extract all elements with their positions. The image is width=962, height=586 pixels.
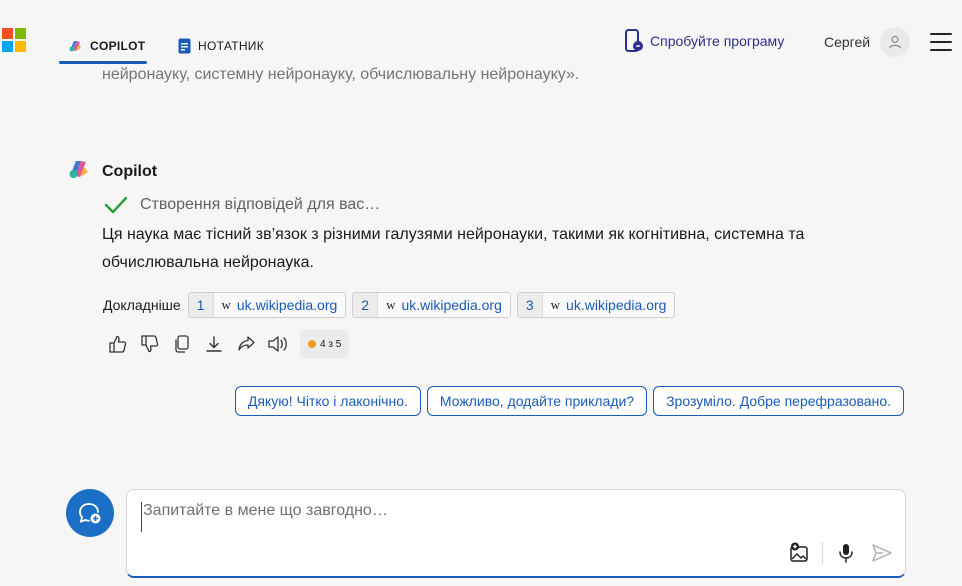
source-number: 3 (517, 293, 543, 317)
read-aloud-icon[interactable] (266, 330, 290, 358)
previous-message-text: нейронауку, системну нейронауку, обчислю… (102, 66, 580, 83)
tab-copilot-label: COPILOT (90, 39, 146, 53)
input-tools (776, 540, 895, 566)
tools-divider (822, 542, 823, 564)
copy-icon[interactable] (170, 330, 194, 358)
copilot-logo-icon (66, 156, 92, 187)
source-site: uk.wikipedia.org (566, 297, 667, 313)
logo-red-square (2, 28, 13, 39)
checkmark-icon (104, 195, 128, 215)
suggestion-chip[interactable]: Зрозуміло. Добре перефразовано. (653, 386, 904, 416)
download-icon[interactable] (202, 330, 226, 358)
microphone-icon[interactable] (833, 540, 859, 566)
tab-copilot[interactable]: COPILOT (59, 28, 147, 64)
hamburger-menu-icon[interactable] (930, 33, 952, 51)
user-name[interactable]: Сергей (824, 34, 870, 50)
source-link[interactable]: 1 w uk.wikipedia.org (187, 292, 347, 318)
tab-notebook[interactable]: НОТАТНИК (172, 28, 264, 64)
logo-yellow-square (15, 41, 26, 52)
new-topic-button[interactable] (66, 489, 114, 537)
source-number: 1 (188, 293, 214, 317)
chat-input[interactable] (141, 502, 883, 532)
thumbs-down-icon[interactable] (138, 330, 162, 358)
copilot-name: Copilot (102, 162, 158, 180)
user-avatar[interactable] (880, 27, 910, 57)
sources-row: Докладніше 1 w uk.wikipedia.org 2 w uk.w… (103, 292, 681, 318)
tab-notebook-label: НОТАТНИК (198, 39, 265, 53)
source-link[interactable]: 3 w uk.wikipedia.org (516, 292, 676, 318)
thumbs-up-icon[interactable] (106, 330, 130, 358)
sources-label: Докладніше (103, 297, 181, 313)
share-icon[interactable] (234, 330, 258, 358)
source-link[interactable]: 2 w uk.wikipedia.org (352, 292, 511, 318)
microsoft-logo[interactable] (2, 28, 26, 52)
answer-text: Ця наука має тісний зв’язок з різними га… (102, 226, 805, 271)
suggestion-chip[interactable]: Можливо, додайте приклади? (426, 386, 648, 416)
top-bar: COPILOT НОТАТНИК Спробуйте програму Серг… (0, 0, 962, 64)
wikipedia-icon: w (386, 297, 396, 312)
try-app-link[interactable]: Спробуйте програму (624, 29, 785, 53)
source-site: uk.wikipedia.org (401, 297, 502, 313)
turn-counter-text: 4 з 5 (320, 338, 342, 350)
phone-app-icon (624, 29, 644, 53)
counter-dot-icon (308, 340, 316, 348)
send-icon[interactable] (869, 540, 895, 566)
source-site: uk.wikipedia.org (236, 297, 338, 313)
status-text: Створення відповідей для вас… (140, 196, 381, 213)
try-app-label: Спробуйте програму (650, 33, 785, 49)
logo-green-square (15, 28, 26, 39)
suggestion-chips: Дякую! Чітко і лаконічно. Можливо, додай… (229, 386, 904, 416)
notebook-icon (178, 38, 191, 54)
response-status: Створення відповідей для вас… (104, 195, 380, 215)
wikipedia-icon: w (221, 297, 231, 312)
person-icon (888, 35, 902, 49)
new-chat-icon (79, 503, 101, 524)
response-actions: 4 з 5 (106, 330, 350, 358)
chat-input-box (126, 489, 906, 578)
source-number: 2 (353, 293, 379, 317)
logo-blue-square (2, 41, 13, 52)
wikipedia-icon: w (550, 297, 561, 312)
turn-counter: 4 з 5 (300, 330, 350, 358)
suggestion-chip[interactable]: Дякую! Чітко і лаконічно. (234, 386, 421, 416)
add-image-icon[interactable] (786, 540, 812, 566)
copilot-icon (67, 38, 83, 54)
copilot-response-header: Copilot (66, 156, 157, 187)
